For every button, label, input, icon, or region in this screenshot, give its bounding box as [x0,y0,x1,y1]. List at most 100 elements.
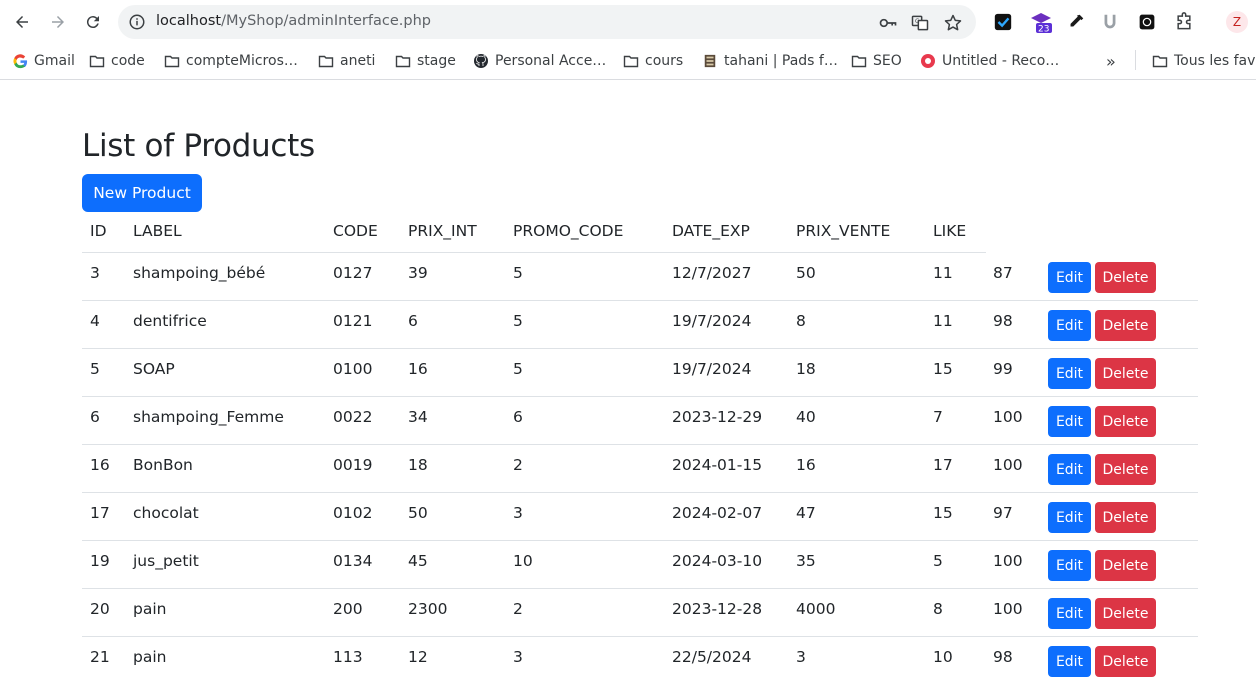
translate-icon[interactable]: G [910,13,930,33]
bookmark-seo[interactable]: SEO [851,50,902,72]
reload-icon[interactable] [79,8,107,36]
cell-date-exp: 2024-03-10 [672,552,763,570]
delete-button[interactable]: Delete [1095,550,1156,581]
cell-extra: 100 [993,600,1023,618]
bookmark-code[interactable]: code [89,50,145,72]
cell-label: shampoing_Femme [133,408,284,426]
cell-extra: 100 [993,456,1023,474]
password-key-icon[interactable] [878,13,898,33]
table-header: ID LABEL CODE PRIX_INT PROMO_CODE DATE_E… [82,212,986,253]
cell-code: 0127 [333,264,373,282]
cell-prix-vente: 16 [796,456,816,474]
bookmark-stage[interactable]: stage [395,50,456,72]
new-product-button[interactable]: New Product [82,174,202,212]
table-row: 21 pain 113 12 3 22/5/2024 3 10 98 Edit Delete [82,637,1198,684]
all-bookmarks[interactable]: Tous les favoris [1152,50,1256,72]
cell-promo-code: 2 [513,600,523,618]
bookmark-star-icon[interactable] [943,13,963,33]
cell-prix-int: 12 [408,648,428,666]
chatgpt-extension-icon[interactable] [1136,11,1158,33]
extensions-puzzle-icon[interactable] [1173,11,1195,33]
cell-like: 7 [933,408,943,426]
cell-prix-int: 34 [408,408,428,426]
back-icon[interactable] [8,8,36,36]
folder-icon [89,53,105,69]
cell-like: 11 [933,264,953,282]
header-code: CODE [333,222,378,240]
google-icon [12,53,28,69]
cell-prix-vente: 8 [796,312,806,330]
cell-extra: 100 [993,552,1023,570]
edit-button[interactable]: Edit [1048,502,1091,533]
edit-button[interactable]: Edit [1048,646,1091,677]
delete-button[interactable]: Delete [1095,406,1156,437]
cell-prix-int: 45 [408,552,428,570]
extension-badge: 23 [1038,25,1049,34]
cell-like: 8 [933,600,943,618]
browser-chrome: localhost/MyShop/adminInterface.php G 23 [0,0,1256,80]
folder-icon [318,53,334,69]
bookmark-gmail[interactable]: Gmail [12,50,75,72]
bookmark-label: code [111,53,145,69]
forward-icon[interactable] [44,8,72,36]
browser-toolbar: localhost/MyShop/adminInterface.php G 23 [0,0,1256,44]
delete-button[interactable]: Delete [1095,646,1156,677]
header-prix-vente: PRIX_VENTE [796,222,891,240]
edit-button[interactable]: Edit [1048,310,1091,341]
cell-promo-code: 10 [513,552,533,570]
cell-prix-vente: 47 [796,504,816,522]
cell-promo-code: 3 [513,504,523,522]
bookmark-cours[interactable]: cours [623,50,683,72]
cell-prix-int: 2300 [408,600,448,618]
cell-id: 20 [90,600,110,618]
edit-button[interactable]: Edit [1048,598,1091,629]
cell-promo-code: 5 [513,264,523,282]
edit-button[interactable]: Edit [1048,358,1091,389]
cell-date-exp: 19/7/2024 [672,360,752,378]
folder-icon [623,53,639,69]
folder-icon [1152,53,1168,69]
edit-button[interactable]: Edit [1048,454,1091,485]
table-row: 16 BonBon 0019 18 2 2024-01-15 16 17 100 Edit Dele… [82,445,1198,493]
checkbox-extension-icon[interactable] [992,11,1014,33]
bookmark-tahani-pads[interactable]: tahani | Pads f… [702,50,838,72]
delete-button[interactable]: Delete [1095,454,1156,485]
edit-button[interactable]: Edit [1048,550,1091,581]
bookmarks-divider [1135,50,1136,70]
cell-prix-vente: 35 [796,552,816,570]
edit-button[interactable]: Edit [1048,406,1091,437]
bookmark-comptemicros[interactable]: compteMicros… [164,50,298,72]
cell-extra: 99 [993,360,1013,378]
site-info-icon[interactable] [128,13,146,31]
delete-button[interactable]: Delete [1095,502,1156,533]
graduation-extension-icon[interactable]: 23 [1030,11,1052,33]
header-id: ID [90,222,107,240]
cell-promo-code: 5 [513,312,523,330]
cell-id: 5 [90,360,100,378]
url-text[interactable]: localhost/MyShop/adminInterface.php [156,13,431,29]
bookmark-aneti[interactable]: aneti [318,50,375,72]
cell-id: 21 [90,648,110,666]
delete-button[interactable]: Delete [1095,358,1156,389]
profile-avatar[interactable]: Z [1226,11,1248,33]
folder-icon [851,53,867,69]
more-bookmarks-icon[interactable]: » [1106,50,1116,72]
cell-prix-vente: 4000 [796,600,836,618]
delete-button[interactable]: Delete [1095,262,1156,293]
cell-prix-vente: 50 [796,264,816,282]
bookmark-untitled-record[interactable]: Untitled - Reco… [920,50,1059,72]
u-extension-icon[interactable] [1099,11,1121,33]
delete-button[interactable]: Delete [1095,310,1156,341]
edit-button[interactable]: Edit [1048,262,1091,293]
cell-id: 4 [90,312,100,330]
bookmark-personal-access[interactable]: Personal Acce… [473,50,606,72]
cell-code: 0121 [333,312,373,330]
color-picker-icon[interactable] [1065,11,1087,33]
cell-label: dentifrice [133,312,207,330]
pads-icon [702,53,718,69]
table-row: 20 pain 200 2300 2 2023-12-28 4000 8 100 Edit Dele… [82,589,1198,637]
bookmarks-bar: Gmail code compteMicros… aneti stage Per… [0,46,1256,74]
delete-button[interactable]: Delete [1095,598,1156,629]
cell-code: 200 [333,600,363,618]
address-bar[interactable]: localhost/MyShop/adminInterface.php G [118,5,976,39]
